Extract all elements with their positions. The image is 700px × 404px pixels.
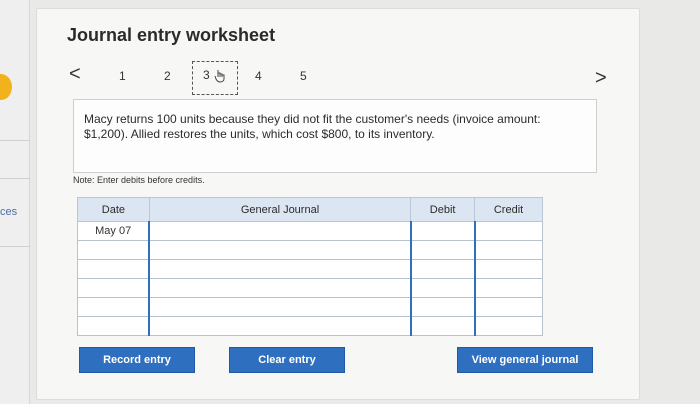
date-cell[interactable] — [77, 297, 150, 317]
debit-cell[interactable] — [409, 240, 476, 260]
date-cell[interactable] — [77, 316, 150, 336]
debit-input[interactable] — [415, 298, 470, 316]
step-5[interactable]: 5 — [300, 69, 307, 83]
credit-input[interactable] — [479, 298, 538, 316]
step-navigation: < 1 2 3 4 5 > — [37, 61, 641, 97]
date-cell[interactable] — [77, 278, 150, 298]
account-column-header: General Journal — [148, 197, 412, 222]
account-input[interactable] — [154, 298, 406, 316]
clear-entry-button[interactable]: Clear entry — [229, 347, 345, 373]
debit-cell[interactable] — [409, 278, 476, 298]
account-input[interactable] — [154, 222, 406, 240]
date-column-header: Date — [77, 197, 150, 222]
table-row — [77, 240, 543, 260]
debit-input[interactable] — [415, 222, 470, 240]
credit-cell[interactable] — [473, 278, 543, 298]
step-1[interactable]: 1 — [119, 69, 126, 83]
account-input[interactable] — [154, 260, 406, 278]
credit-cell[interactable] — [473, 221, 543, 241]
record-entry-button[interactable]: Record entry — [79, 347, 195, 373]
prev-step-button[interactable]: < — [69, 63, 81, 86]
status-dot — [0, 74, 12, 100]
next-step-button[interactable]: > — [595, 67, 607, 90]
sidebar-divider — [0, 140, 30, 141]
problem-description: Macy returns 100 units because they did … — [73, 99, 597, 173]
debit-cell[interactable] — [409, 221, 476, 241]
journal-entry-table: Date General Journal Debit Credit May 07 — [77, 197, 543, 336]
credit-input[interactable] — [479, 317, 538, 335]
table-row — [77, 259, 543, 279]
hand-pointer-icon — [214, 69, 225, 83]
page-title: Journal entry worksheet — [67, 25, 276, 45]
date-cell[interactable]: May 07 — [77, 221, 150, 241]
table-row — [77, 278, 543, 298]
view-general-journal-button[interactable]: View general journal — [457, 347, 593, 373]
sidebar-divider — [0, 178, 30, 179]
sidebar-divider — [0, 246, 30, 247]
debit-input[interactable] — [415, 260, 470, 278]
step-3-label: 3 — [202, 68, 210, 82]
account-input[interactable] — [154, 317, 406, 335]
account-cell[interactable] — [148, 297, 412, 317]
step-3-current[interactable]: 3 — [192, 61, 238, 95]
sidebar-cut-label[interactable]: ces — [0, 206, 17, 218]
table-row: May 07 — [77, 221, 543, 241]
account-cell[interactable] — [148, 240, 412, 260]
date-cell[interactable] — [77, 240, 150, 260]
date-cell[interactable] — [77, 259, 150, 279]
credit-input[interactable] — [479, 279, 538, 297]
credit-cell[interactable] — [473, 297, 543, 317]
credit-cell[interactable] — [473, 259, 543, 279]
credit-cell[interactable] — [473, 316, 543, 336]
table-header-row: Date General Journal Debit Credit — [77, 197, 543, 222]
table-row — [77, 297, 543, 317]
credit-input[interactable] — [479, 222, 538, 240]
debit-cell[interactable] — [409, 259, 476, 279]
debit-input[interactable] — [415, 241, 470, 259]
step-4[interactable]: 4 — [255, 69, 262, 83]
table-row — [77, 316, 543, 336]
left-sidebar: ces — [0, 0, 30, 404]
account-cell[interactable] — [148, 221, 412, 241]
account-input[interactable] — [154, 279, 406, 297]
debit-input[interactable] — [415, 317, 470, 335]
credit-cell[interactable] — [473, 240, 543, 260]
debit-cell[interactable] — [409, 297, 476, 317]
account-cell[interactable] — [148, 316, 412, 336]
account-cell[interactable] — [148, 259, 412, 279]
credit-column-header: Credit — [474, 197, 543, 222]
debit-column-header: Debit — [410, 197, 476, 222]
instruction-note: Note: Enter debits before credits. — [73, 175, 205, 185]
debit-cell[interactable] — [409, 316, 476, 336]
debit-input[interactable] — [415, 279, 470, 297]
step-2[interactable]: 2 — [164, 69, 171, 83]
account-cell[interactable] — [148, 278, 412, 298]
credit-input[interactable] — [479, 260, 538, 278]
account-input[interactable] — [154, 241, 406, 259]
credit-input[interactable] — [479, 241, 538, 259]
journal-worksheet-panel: Journal entry worksheet < 1 2 3 4 5 > Ma… — [36, 8, 640, 400]
